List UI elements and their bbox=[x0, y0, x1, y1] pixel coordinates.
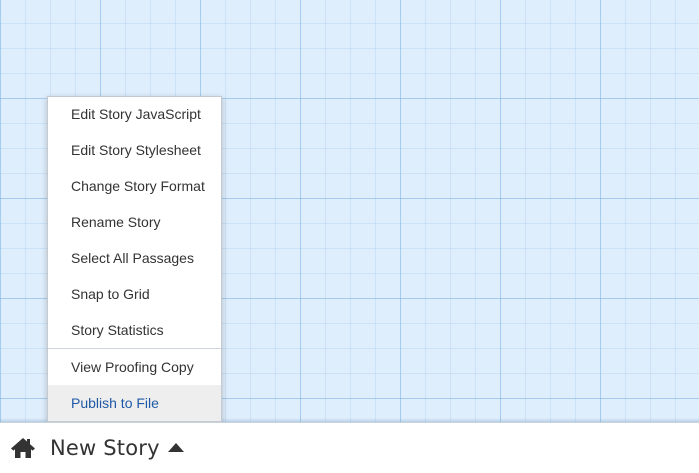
menu-item-publish-to-file[interactable]: Publish to File bbox=[48, 385, 221, 421]
story-menu-toggle-button[interactable]: New Story bbox=[50, 432, 184, 464]
home-button[interactable] bbox=[9, 435, 37, 461]
home-icon bbox=[11, 438, 35, 458]
menu-item-change-story-format[interactable]: Change Story Format bbox=[48, 168, 221, 204]
menu-item-view-proofing-copy[interactable]: View Proofing Copy bbox=[48, 349, 221, 385]
menu-item-edit-story-javascript[interactable]: Edit Story JavaScript bbox=[48, 97, 221, 132]
story-title: New Story bbox=[50, 436, 160, 460]
story-menu: Edit Story JavaScript Edit Story Stylesh… bbox=[47, 96, 222, 422]
menu-item-select-all-passages[interactable]: Select All Passages bbox=[48, 240, 221, 276]
story-toolbar: New Story bbox=[0, 422, 699, 473]
menu-item-rename-story[interactable]: Rename Story bbox=[48, 204, 221, 240]
menu-item-story-statistics[interactable]: Story Statistics bbox=[48, 312, 221, 348]
menu-item-snap-to-grid[interactable]: Snap to Grid bbox=[48, 276, 221, 312]
caret-up-icon bbox=[167, 442, 184, 452]
menu-item-edit-story-stylesheet[interactable]: Edit Story Stylesheet bbox=[48, 132, 221, 168]
story-editor-window: Edit Story JavaScript Edit Story Stylesh… bbox=[0, 0, 699, 473]
